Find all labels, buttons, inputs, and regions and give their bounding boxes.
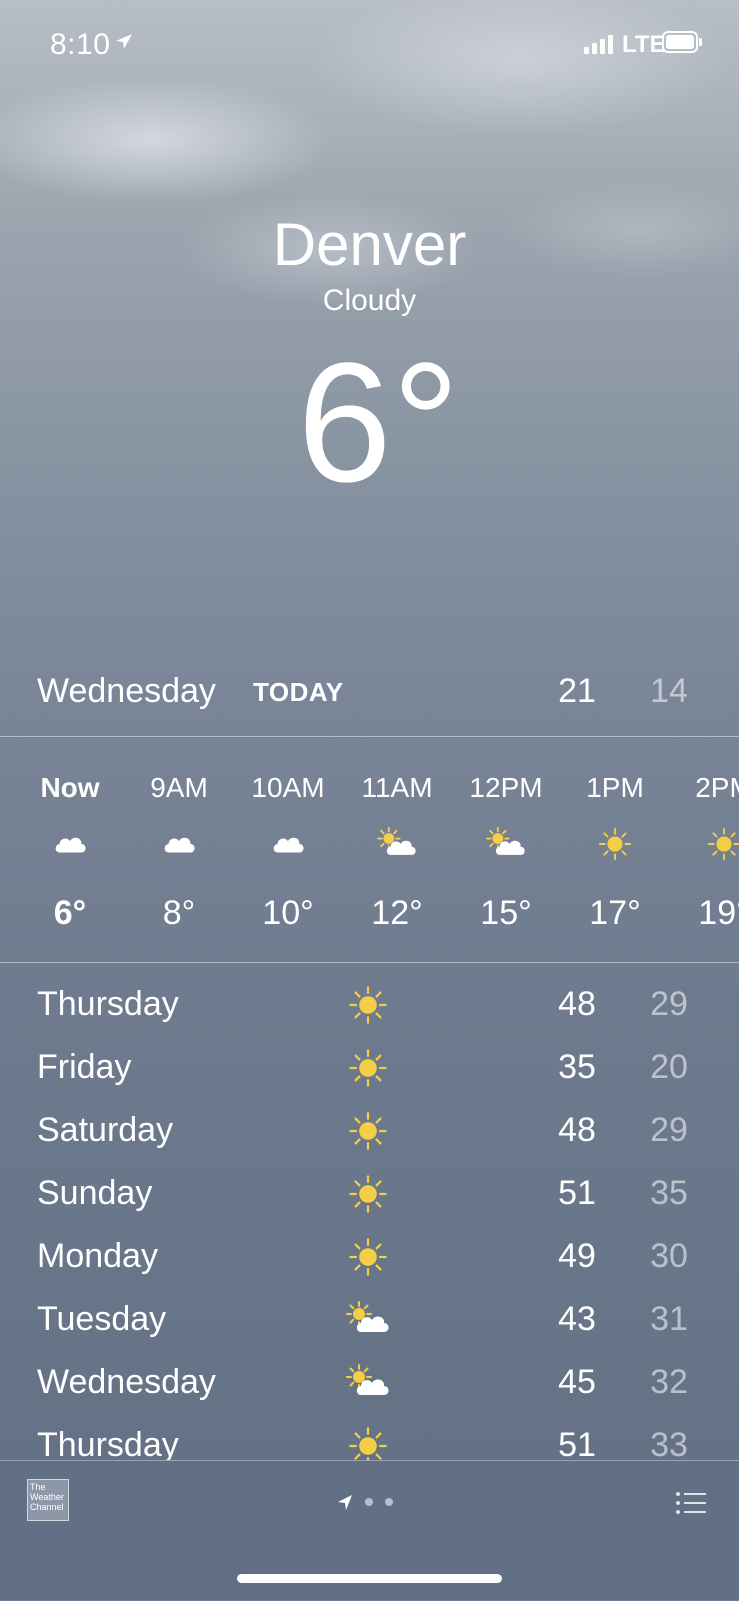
network-type: LTE xyxy=(622,31,666,58)
weather-channel-logo[interactable]: The Weather Channel xyxy=(27,1479,69,1521)
daily-row: Wednesday 45 32 xyxy=(0,1353,739,1417)
divider xyxy=(0,962,739,963)
sun-icon xyxy=(346,1237,390,1277)
day-name: Monday xyxy=(37,1237,158,1275)
today-tag: TODAY xyxy=(253,677,344,707)
day-high: 49 xyxy=(558,1237,596,1275)
hour-temp: 12° xyxy=(371,894,423,932)
sun-icon xyxy=(346,1426,390,1460)
hour-temp: 17° xyxy=(589,894,641,932)
sun-icon xyxy=(595,827,635,861)
today-low: 14 xyxy=(650,672,688,710)
city-name: Denver xyxy=(272,211,467,278)
hourly-item: 12PM 15° xyxy=(451,752,561,952)
daily-row: Thursday 51 33 xyxy=(0,1416,739,1460)
day-high: 45 xyxy=(558,1363,596,1401)
day-high: 35 xyxy=(558,1048,596,1086)
hour-time: 2PM xyxy=(695,772,739,803)
day-high: 51 xyxy=(558,1426,596,1460)
cloud-icon xyxy=(159,827,199,861)
hourly-item: 1PM 17° xyxy=(560,752,670,952)
day-high: 43 xyxy=(558,1300,596,1338)
today-high: 21 xyxy=(558,672,596,710)
hour-time: 11AM xyxy=(361,772,433,803)
list-icon[interactable] xyxy=(675,1491,707,1517)
day-low: 32 xyxy=(650,1363,688,1401)
page-dot xyxy=(365,1498,373,1506)
hourly-forecast[interactable]: Now 6° 9AM 8° 10AM 10° 11AM 12° 12PM 15° 1PM 17° 2PM… xyxy=(0,752,739,952)
sun-icon xyxy=(346,985,390,1025)
cloud-icon xyxy=(268,827,308,861)
day-high: 48 xyxy=(558,1111,596,1149)
status-time: 8:10 xyxy=(50,28,111,61)
day-low: 33 xyxy=(650,1426,688,1460)
partly-sunny-icon xyxy=(346,1363,390,1403)
day-name: Wednesday xyxy=(37,1363,216,1401)
current-temperature: 6° xyxy=(297,328,460,518)
partly-sunny-icon xyxy=(486,826,526,861)
today-summary: Wednesday TODAY 21 14 xyxy=(0,660,739,732)
hour-time: 12PM xyxy=(469,772,543,803)
day-name: Tuesday xyxy=(37,1300,167,1338)
sun-icon xyxy=(346,1111,390,1151)
today-day: Wednesday xyxy=(37,672,216,710)
day-low: 20 xyxy=(650,1048,688,1086)
hour-time: 9AM xyxy=(150,772,208,803)
day-low: 30 xyxy=(650,1237,688,1275)
daily-row: Monday 49 30 xyxy=(0,1227,739,1291)
day-name: Thursday xyxy=(37,985,179,1023)
page-dot xyxy=(385,1498,393,1506)
hour-time: 10AM xyxy=(251,772,325,803)
partly-sunny-icon xyxy=(377,826,417,861)
current-condition: Cloudy xyxy=(322,284,417,317)
status-bar: 8:10 LTE xyxy=(0,0,739,90)
hourly-item: 11AM 12° xyxy=(342,752,452,952)
sun-icon xyxy=(346,1048,390,1088)
hour-temp: 6° xyxy=(53,894,87,932)
divider xyxy=(0,736,739,737)
day-name: Thursday xyxy=(37,1426,179,1460)
day-high: 48 xyxy=(558,985,596,1023)
battery-icon xyxy=(662,31,698,53)
hourly-item: 10AM 10° xyxy=(233,752,343,952)
day-low: 31 xyxy=(650,1300,688,1338)
day-high: 51 xyxy=(558,1174,596,1212)
hour-temp: 19° xyxy=(698,894,739,932)
sun-icon xyxy=(346,1174,390,1214)
day-low: 29 xyxy=(650,1111,688,1149)
day-name: Friday xyxy=(37,1048,132,1086)
hour-temp: 8° xyxy=(162,894,196,932)
hourly-item: 2PM 19° xyxy=(669,752,739,952)
daily-row: Thursday 48 29 xyxy=(0,975,739,1039)
sun-icon xyxy=(704,827,739,861)
hour-time: Now xyxy=(40,772,100,803)
daily-forecast[interactable]: Thursday 48 29 Friday 35 20 Saturday 48 29 Sunday… xyxy=(0,975,739,1460)
page-indicator[interactable] xyxy=(338,1493,418,1513)
cellular-signal-icon xyxy=(584,35,613,54)
cloud-icon xyxy=(50,827,90,861)
hour-temp: 10° xyxy=(262,894,314,932)
hourly-item: 9AM 8° xyxy=(124,752,234,952)
daily-row: Tuesday 43 31 xyxy=(0,1290,739,1354)
day-name: Sunday xyxy=(37,1174,153,1212)
day-low: 35 xyxy=(650,1174,688,1212)
hourly-item: Now 6° xyxy=(15,752,125,952)
home-indicator[interactable] xyxy=(237,1574,502,1583)
partly-sunny-icon xyxy=(346,1300,390,1340)
day-low: 29 xyxy=(650,985,688,1023)
daily-row: Friday 35 20 xyxy=(0,1038,739,1102)
hour-time: 1PM xyxy=(586,772,644,803)
location-arrow-icon xyxy=(116,34,132,49)
daily-row: Saturday 48 29 xyxy=(0,1101,739,1165)
hour-temp: 15° xyxy=(480,894,532,932)
daily-row: Sunday 51 35 xyxy=(0,1164,739,1228)
location-page-icon xyxy=(338,1495,352,1510)
day-name: Saturday xyxy=(37,1111,174,1149)
